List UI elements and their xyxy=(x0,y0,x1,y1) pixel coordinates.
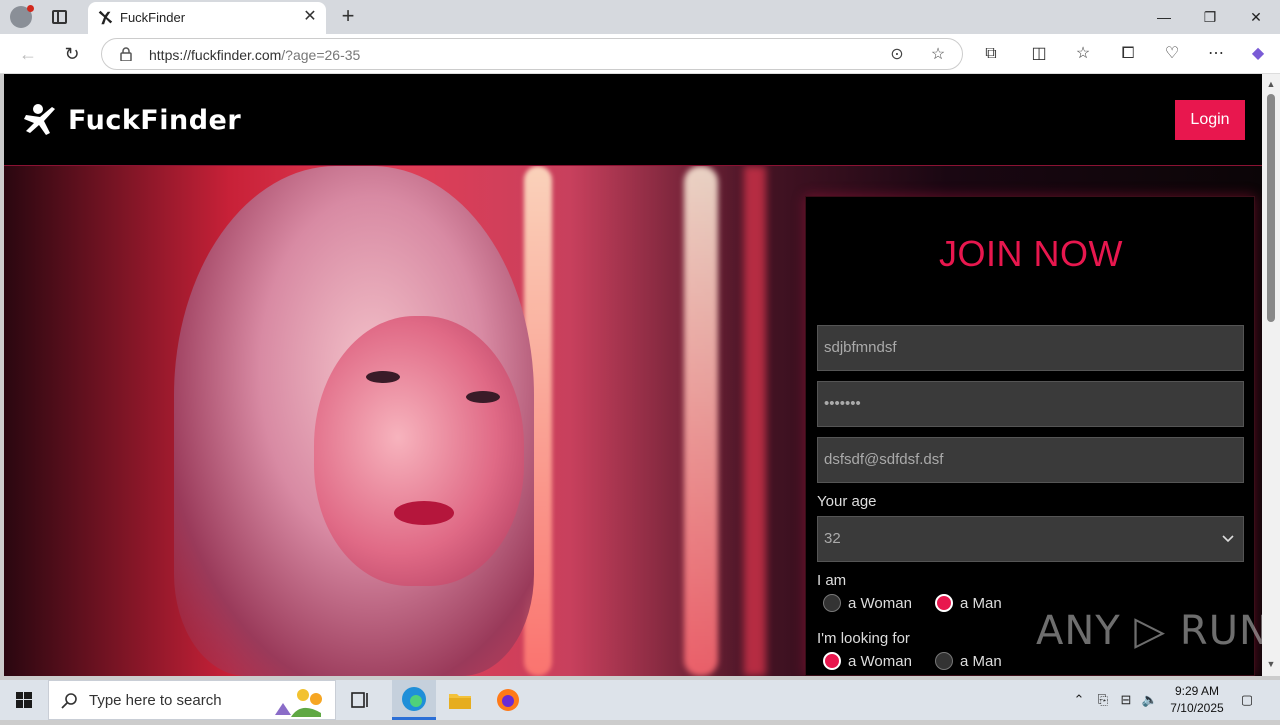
page-scrollbar[interactable]: ▲ ▼ xyxy=(1262,74,1280,676)
edge-taskbar-icon[interactable] xyxy=(392,680,436,720)
restore-button[interactable]: ❐ xyxy=(1190,4,1230,30)
neon-light-decoration xyxy=(684,166,718,676)
tab-title: FuckFinder xyxy=(120,10,186,25)
looking-for-label: I'm looking for xyxy=(817,630,910,647)
site-logo[interactable]: FuckFinder xyxy=(22,102,241,138)
window-close-button[interactable]: ✕ xyxy=(1236,4,1276,30)
login-button[interactable]: Login xyxy=(1175,100,1245,140)
favorite-star-icon[interactable]: ☆ xyxy=(927,44,949,66)
radio-button[interactable] xyxy=(823,594,841,612)
looking-for-man-option[interactable]: a Man xyxy=(935,651,1002,671)
url-text: https://fuckfinder.com/?age=26-35 xyxy=(149,47,360,63)
hero-portrait-face xyxy=(314,316,524,586)
firefox-icon[interactable] xyxy=(494,686,522,714)
search-icon xyxy=(61,693,77,709)
page-viewport: FuckFinder Login JOIN NOW sdjbfmndsf •••… xyxy=(4,74,1262,676)
url-path: /?age=26-35 xyxy=(281,47,361,63)
logo-figure-icon xyxy=(24,104,55,135)
search-placeholder: Type here to search xyxy=(89,692,222,709)
tray-chevron-up-icon[interactable]: ⌃ xyxy=(1070,691,1088,709)
clock-time[interactable]: 9:29 AM xyxy=(1162,684,1232,698)
join-title: JOIN NOW xyxy=(939,233,1123,274)
more-menu-icon[interactable]: ⋯ xyxy=(1204,42,1228,66)
file-explorer-icon[interactable] xyxy=(446,686,474,714)
profile-avatar-icon[interactable] xyxy=(10,5,34,28)
age-select-value: 32 xyxy=(824,530,841,547)
join-form-panel: JOIN NOW sdjbfmndsf ••••••• dsfsdf@sdfds… xyxy=(805,196,1255,676)
copilot-icon[interactable]: ◆ xyxy=(1246,42,1270,66)
new-tab-button[interactable]: + xyxy=(337,5,359,27)
email-field[interactable]: dsfsdf@sdfdsf.dsf xyxy=(817,437,1244,483)
scroll-thumb[interactable] xyxy=(1267,94,1275,322)
notifications-icon[interactable]: ▢ xyxy=(1238,691,1256,709)
browser-tab[interactable]: FuckFinder ✕ xyxy=(88,2,326,34)
scroll-down-arrow-icon[interactable]: ▼ xyxy=(1265,658,1277,670)
neon-light-decoration xyxy=(744,166,766,676)
taskbar-search-box[interactable]: Type here to search xyxy=(48,680,336,720)
search-highlight-flowers-icon xyxy=(275,689,322,717)
browser-tab-bar: FuckFinder ✕ + — ❐ ✕ xyxy=(0,0,1280,34)
looking-for-woman-option[interactable]: a Woman xyxy=(823,651,912,671)
url-host: https://fuckfinder.com xyxy=(149,47,282,63)
hero-portrait-lips xyxy=(394,501,454,525)
extensions-icon[interactable]: ⧉ xyxy=(979,42,1003,66)
radio-label: a Woman xyxy=(848,652,912,670)
scroll-up-arrow-icon[interactable]: ▲ xyxy=(1265,78,1277,90)
site-header: FuckFinder Login xyxy=(4,74,1262,166)
site-favicon-icon xyxy=(98,10,113,25)
age-label: Your age xyxy=(817,493,877,510)
radio-button[interactable] xyxy=(935,652,953,670)
address-bar-row: ← ↻ https://fuckfinder.com/?age=26-35 ⊙ … xyxy=(0,34,1280,74)
radio-button-checked[interactable] xyxy=(823,652,841,670)
read-aloud-icon[interactable]: ⊙ xyxy=(886,44,908,66)
age-select[interactable]: 32 xyxy=(817,516,1244,562)
split-screen-icon[interactable]: ◫ xyxy=(1027,42,1051,66)
tray-device-icon[interactable]: ⎘ xyxy=(1094,691,1112,709)
looking-for-radio-group: a Woman a Man xyxy=(823,651,1243,671)
back-arrow-icon[interactable]: ← xyxy=(16,42,40,66)
browser-essentials-icon[interactable]: ♡ xyxy=(1160,42,1184,66)
task-view-icon[interactable] xyxy=(346,686,374,714)
favorites-icon[interactable]: ☆ xyxy=(1071,42,1095,66)
i-am-label: I am xyxy=(817,572,847,589)
url-field[interactable]: https://fuckfinder.com/?age=26-35 ⊙ ☆ xyxy=(101,38,963,70)
chevron-down-icon xyxy=(1222,535,1234,543)
volume-icon[interactable]: 🔈 xyxy=(1141,691,1159,709)
network-icon[interactable]: ⊟ xyxy=(1117,691,1135,709)
username-field[interactable]: sdjbfmndsf xyxy=(817,325,1244,371)
i-am-woman-option[interactable]: a Woman xyxy=(823,593,912,613)
minimize-button[interactable]: — xyxy=(1144,4,1184,30)
radio-label: a Man xyxy=(960,652,1002,670)
start-button[interactable] xyxy=(0,680,48,720)
anyrun-watermark: ANY ▷ RUN xyxy=(1036,608,1270,654)
clock-date[interactable]: 7/10/2025 xyxy=(1162,701,1232,715)
i-am-man-option[interactable]: a Man xyxy=(935,593,1002,613)
radio-button-checked[interactable] xyxy=(935,594,953,612)
password-field[interactable]: ••••••• xyxy=(817,381,1244,427)
hero-portrait-eye xyxy=(466,391,500,403)
hero-portrait-eye xyxy=(366,371,400,383)
tab-close-icon[interactable]: ✕ xyxy=(300,7,320,27)
radio-label: a Woman xyxy=(848,594,912,612)
refresh-icon[interactable]: ↻ xyxy=(60,42,84,66)
collections-icon[interactable]: ⧠ xyxy=(1116,42,1140,66)
tab-actions-icon[interactable] xyxy=(52,10,67,24)
radio-label: a Man xyxy=(960,594,1002,612)
logo-text: FuckFinder xyxy=(68,104,242,136)
windows-taskbar: Type here to search ⌃ ⎘ ⊟ 🔈 9:29 AM 7/10… xyxy=(0,680,1280,720)
windows-logo-icon xyxy=(16,692,32,708)
lock-icon xyxy=(120,47,132,61)
